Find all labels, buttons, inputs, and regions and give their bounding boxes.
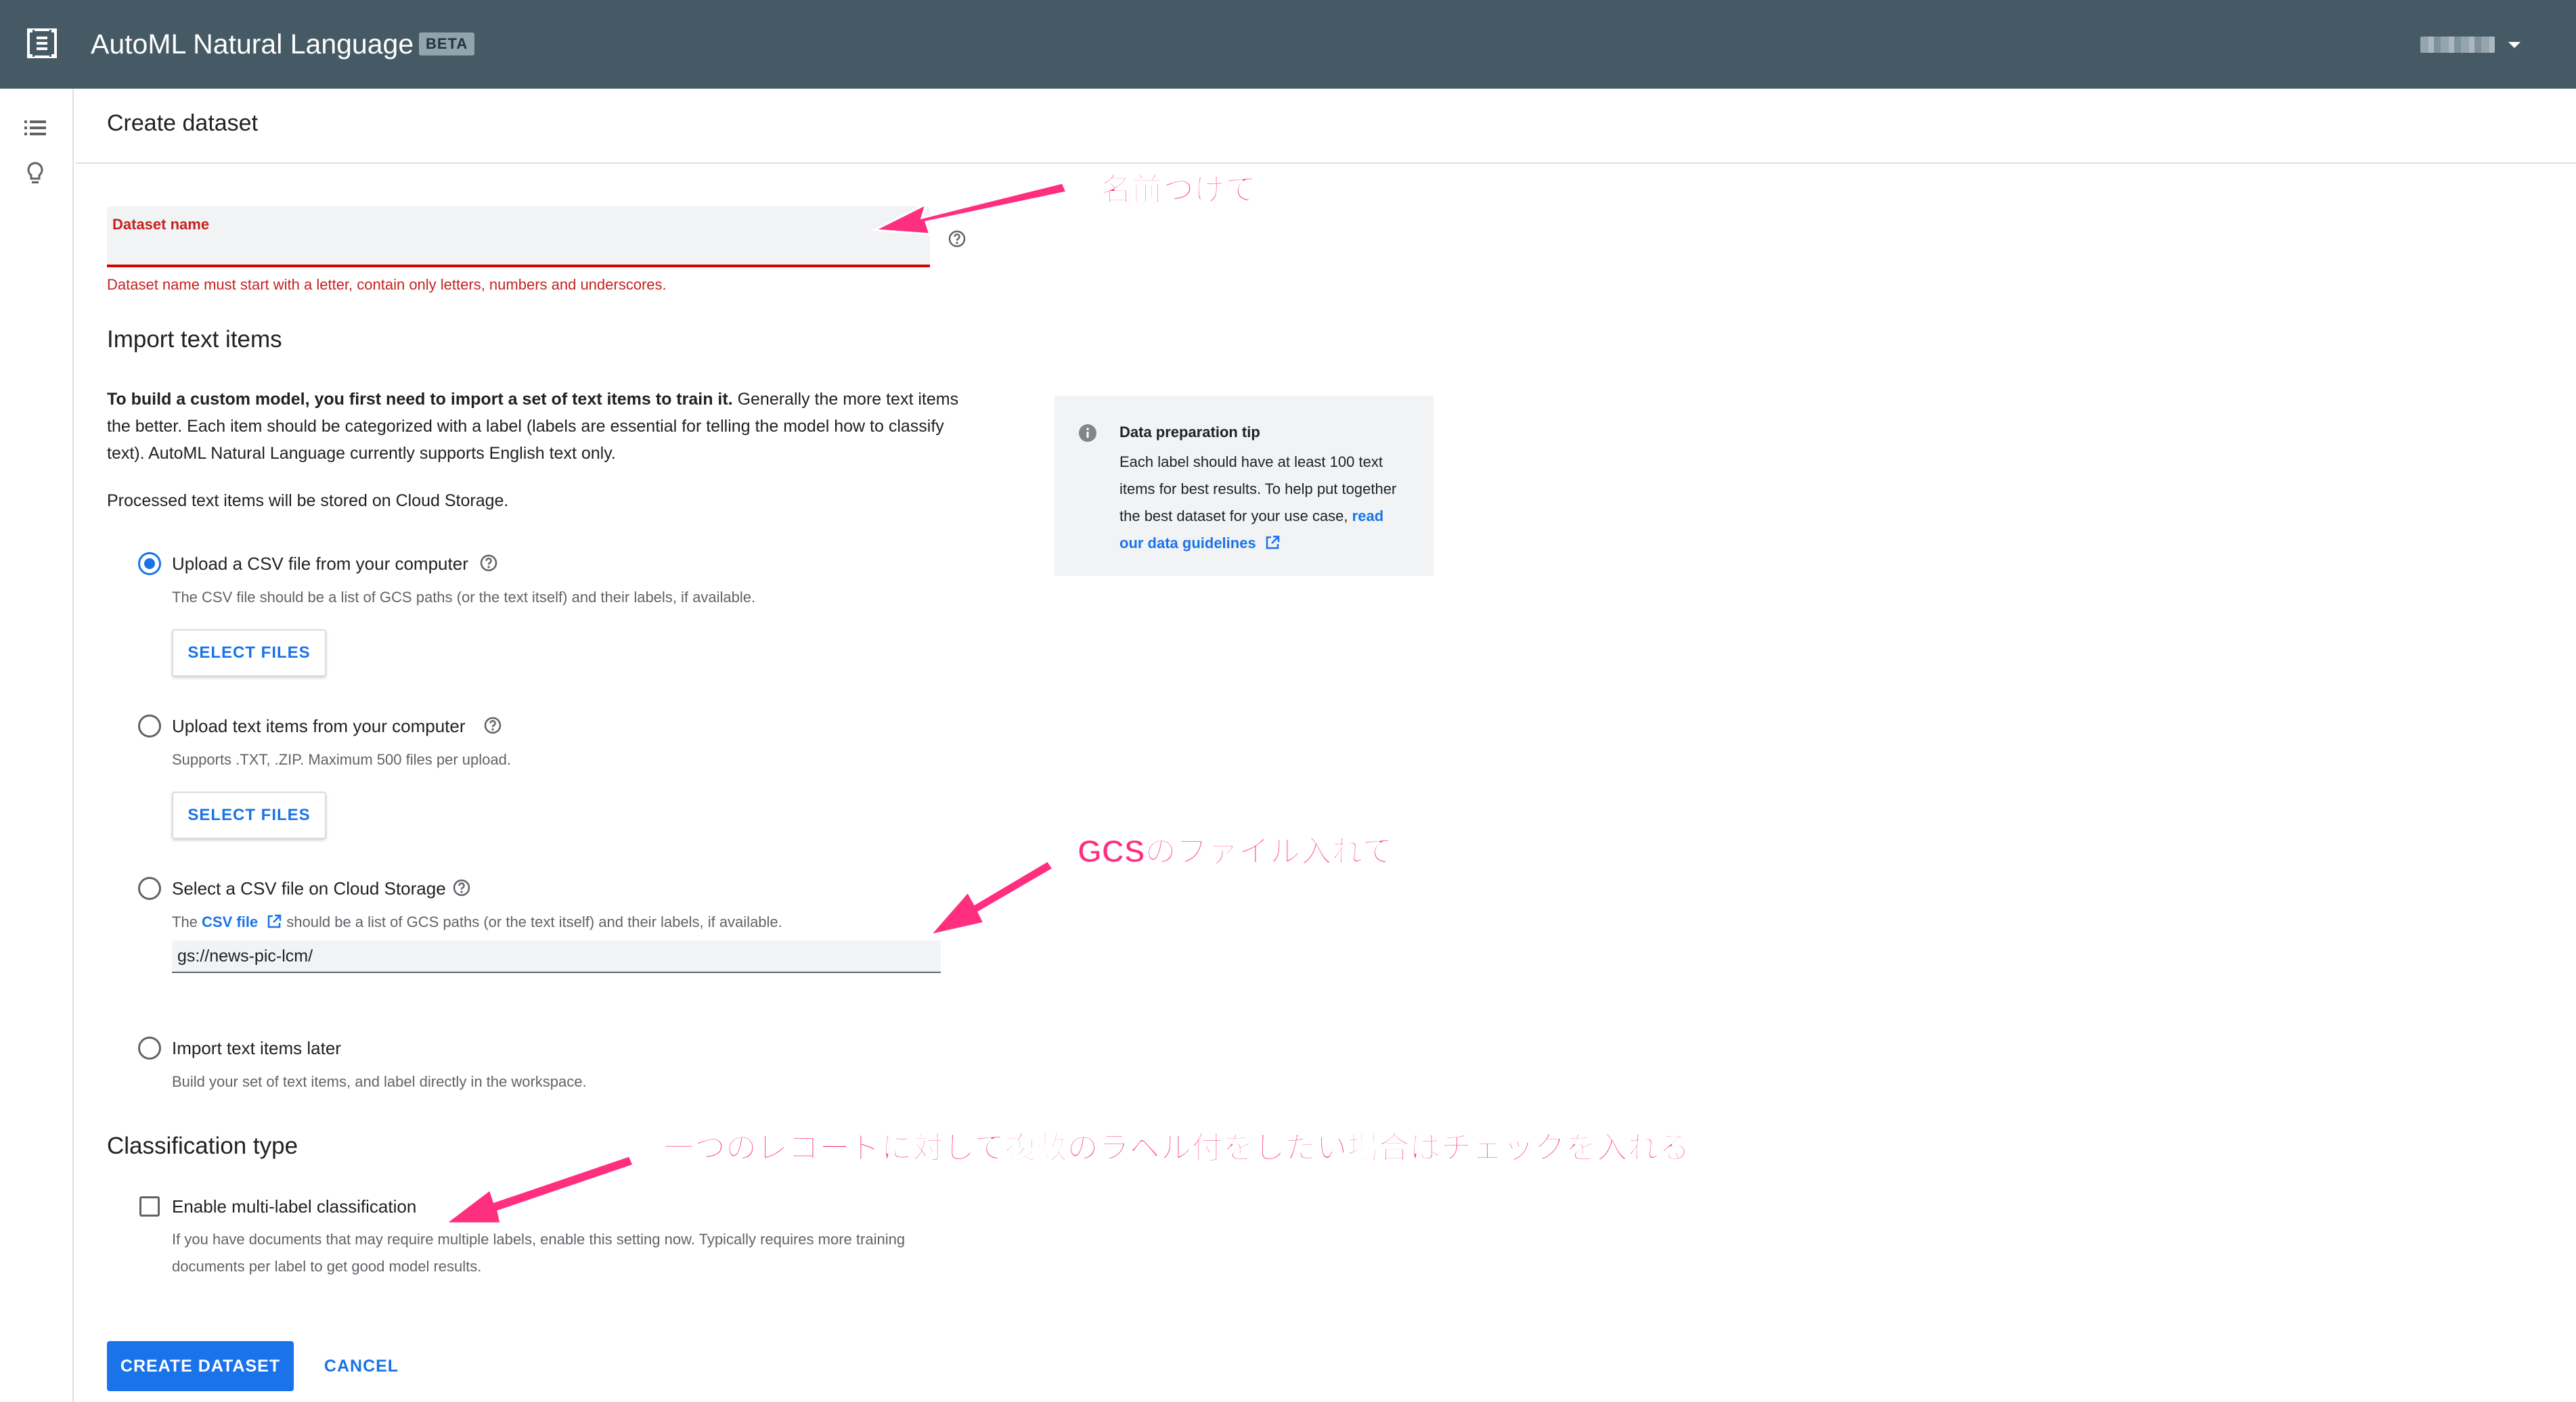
help-icon[interactable] <box>483 716 502 735</box>
radio-import-later[interactable] <box>138 1037 161 1060</box>
multi-label-desc: If you have documents that may require m… <box>172 1231 906 1275</box>
option-upload-csv-desc: The CSV file should be a list of GCS pat… <box>172 589 756 606</box>
radio-cloud-storage-csv[interactable] <box>138 877 161 900</box>
dataset-name-field[interactable]: Dataset name <box>107 206 930 267</box>
help-icon[interactable] <box>452 878 471 897</box>
tip-title: Data preparation tip <box>1119 424 1260 440</box>
option-import-later-label: Import text items later <box>172 1038 341 1058</box>
classification-title: Classification type <box>107 1133 298 1159</box>
account-name-blurred[interactable] <box>2420 37 2495 53</box>
import-intro: To build a custom model, you first need … <box>107 386 980 467</box>
multi-label-checkbox[interactable] <box>139 1196 160 1217</box>
dataset-name-error: Dataset name must start with a letter, c… <box>107 276 667 293</box>
annotation-name-note: 名前つけて <box>1100 171 1257 208</box>
data-preparation-tip: Data preparation tip Each label should h… <box>1054 396 1434 576</box>
page-header: Create dataset <box>75 89 2576 164</box>
app-bar: AutoML Natural Language BETA <box>0 0 2576 89</box>
select-files-button[interactable]: SELECT FILES <box>172 792 326 839</box>
import-intro-bold: To build a custom model, you first need … <box>107 390 733 409</box>
list-icon[interactable] <box>22 114 49 141</box>
beta-badge: BETA <box>419 32 475 55</box>
lightbulb-icon[interactable] <box>22 160 49 187</box>
annotation-gcs-note: GCSのファイル入れて <box>1077 833 1394 869</box>
option-cloud-storage-desc: The CSV file should be a list of GCS pat… <box>172 911 782 934</box>
chevron-down-icon[interactable] <box>2504 38 2525 51</box>
help-icon[interactable] <box>948 229 967 248</box>
select-files-button[interactable]: SELECT FILES <box>172 629 326 677</box>
option-upload-csv-label: Upload a CSV file from your computer <box>172 553 468 574</box>
left-rail <box>0 89 74 1402</box>
create-dataset-button[interactable]: CREATE DATASET <box>107 1341 294 1391</box>
radio-upload-csv[interactable] <box>138 552 161 575</box>
option-upload-text-desc: Supports .TXT, .ZIP. Maximum 500 files p… <box>172 751 511 768</box>
automl-logo-icon[interactable] <box>27 28 57 58</box>
storage-note: Processed text items will be stored on C… <box>107 491 509 510</box>
app-title: AutoML Natural Language <box>91 28 414 60</box>
dataset-name-input[interactable] <box>112 236 918 263</box>
csv-file-link[interactable]: CSV file <box>202 913 258 930</box>
annotation-arrow-3 <box>442 1154 636 1225</box>
annotation-multilabel-note: 一つのレコードに対して複数のラベル付をしたい場合はチェックを入れる <box>663 1129 1690 1166</box>
annotation-arrow-2 <box>927 859 1055 937</box>
desc-prefix: The <box>172 913 202 930</box>
cancel-button[interactable]: CANCEL <box>310 1341 413 1391</box>
tip-body: Each label should have at least 100 text… <box>1119 449 1411 557</box>
option-cloud-storage-label: Select a CSV file on Cloud Storage <box>172 878 446 899</box>
multi-label-checkbox-label: Enable multi-label classification <box>172 1196 417 1217</box>
external-link-icon[interactable] <box>1264 535 1281 551</box>
dataset-name-label: Dataset name <box>112 216 210 233</box>
external-link-icon[interactable] <box>266 913 282 930</box>
desc-suffix: should be a list of GCS paths (or the te… <box>282 913 782 930</box>
page-title: Create dataset <box>107 110 259 136</box>
radio-upload-text[interactable] <box>138 715 161 738</box>
gcs-path-input[interactable] <box>172 941 941 973</box>
option-upload-text-label: Upload text items from your computer <box>172 716 466 736</box>
info-icon <box>1079 424 1096 442</box>
help-icon[interactable] <box>479 553 498 572</box>
option-import-later-desc: Build your set of text items, and label … <box>172 1073 587 1090</box>
import-section-title: Import text items <box>107 326 282 353</box>
